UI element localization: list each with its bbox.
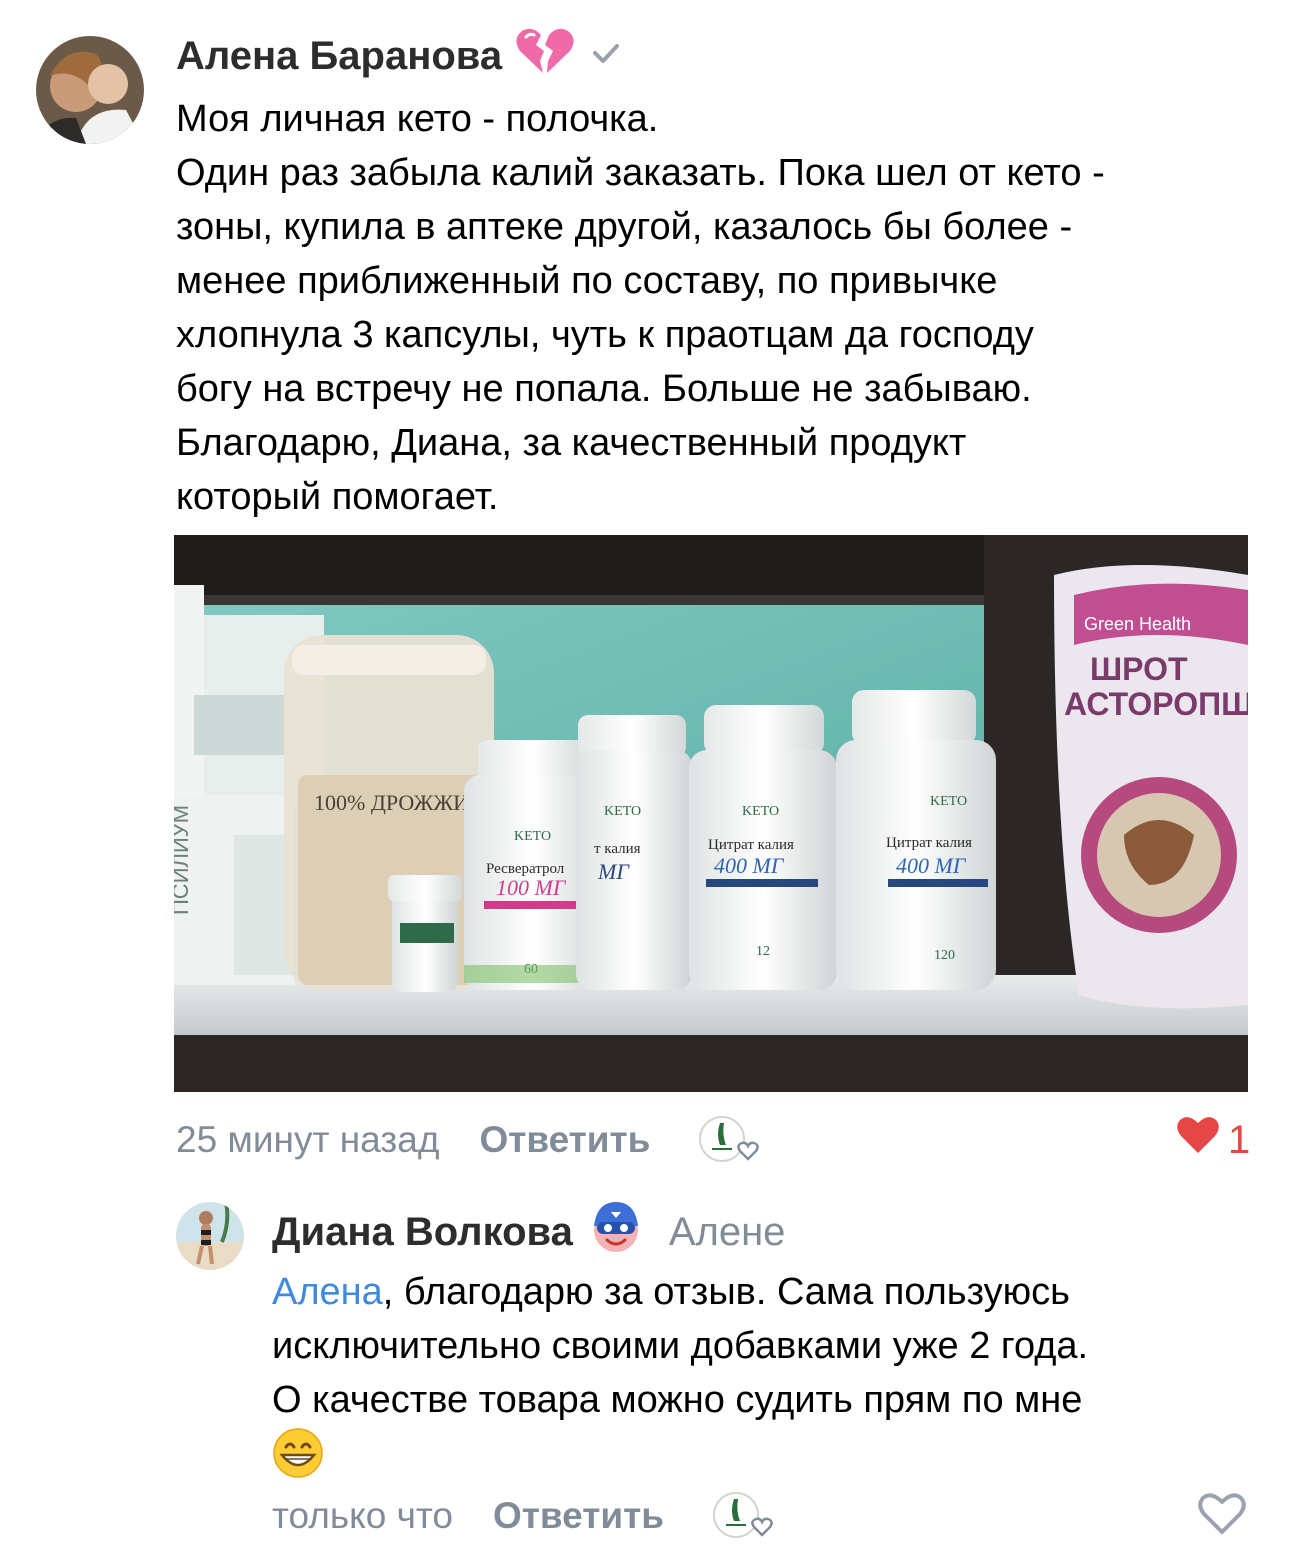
author-row: Алена Баранова — [176, 27, 622, 85]
comment-meta: 25 минут назад Ответить — [176, 1114, 764, 1166]
text-line: О качестве товара можно судить прям по м… — [272, 1379, 1083, 1421]
grinning-face-icon — [272, 1427, 324, 1494]
keto-sticker-reaction-icon[interactable] — [712, 1489, 778, 1543]
jar-name: т калия — [594, 841, 641, 857]
jar-dose: 400 МГ — [896, 853, 967, 878]
text-line: менее приближенный по составу, по привыч… — [176, 260, 998, 302]
jar-count: 12 — [756, 944, 770, 959]
jar-dose: МГ — [597, 859, 630, 884]
jar-dose: 400 МГ — [714, 853, 785, 878]
text-fragment: , благодарю за отзыв. Сама пользуюсь — [382, 1271, 1070, 1313]
avatar-photo — [36, 36, 144, 144]
comment-text: Алена, благодарю за отзыв. Сама пользуюс… — [272, 1265, 1262, 1494]
text-line: Благодарю, Диана, за качественный продук… — [176, 422, 967, 464]
reply-button[interactable]: Ответить — [493, 1495, 664, 1537]
masked-emoji-icon — [591, 1200, 641, 1264]
avatar[interactable] — [176, 1202, 244, 1270]
text-line — [272, 1427, 1262, 1494]
text-line: исключительно своими добавками уже 2 год… — [272, 1325, 1089, 1367]
bag-label: АСТОРОПШ — [1064, 686, 1248, 722]
comment-text: Моя личная кето - полочка. Один раз забы… — [176, 92, 1266, 524]
author-row: Диана Волкова Алене — [272, 1202, 786, 1258]
comment-meta: только что Ответить — [272, 1490, 778, 1542]
text-line: Алена, благодарю за отзыв. Сама пользуюс… — [272, 1265, 1262, 1319]
jar-brand: KETO — [742, 804, 779, 819]
jar-name: Цитрат калия — [886, 835, 972, 851]
author-name[interactable]: Диана Волкова — [272, 1210, 573, 1255]
jar-brand: KETO — [930, 794, 967, 809]
jar-name: Цитрат калия — [708, 837, 794, 853]
author-name[interactable]: Алена Баранова — [176, 34, 502, 79]
jar-count: 120 — [934, 948, 955, 963]
text-line: который помогает. — [176, 476, 499, 518]
text-line: Моя личная кето - полочка. — [176, 98, 659, 140]
timestamp: только что — [272, 1495, 454, 1536]
text-line: зоны, купила в аптеке другой, казалось б… — [176, 206, 1073, 248]
jar-brand: KETO — [604, 804, 641, 819]
avatar-photo — [176, 1202, 244, 1270]
attached-photo[interactable]: ПСИЛИУМ 100% ДРОЖЖИ НАТУРАЛЬНЫЕ KETO Рес… — [174, 535, 1248, 1092]
text-line: Один раз забыла калий заказать. Пока шел… — [176, 152, 1105, 194]
bag-label: ШРОТ — [1090, 651, 1188, 687]
box-label: ПСИЛИУМ — [174, 805, 193, 915]
avatar[interactable] — [36, 36, 144, 144]
reply-addressee[interactable]: Алене — [669, 1210, 786, 1255]
user-mention-link[interactable]: Алена — [272, 1271, 383, 1313]
timestamp: 25 минут назад — [176, 1119, 440, 1160]
like-button[interactable] — [1198, 1492, 1248, 1538]
heart-outline-icon — [1198, 1493, 1246, 1540]
heart-filled-icon — [1176, 1115, 1220, 1165]
broken-heart-icon — [514, 27, 576, 85]
check-icon — [590, 34, 622, 79]
text-line: хлопнула 3 капсулы, чуть к праотцам да г… — [176, 314, 1034, 356]
jar-dose: 100 МГ — [496, 875, 567, 900]
like-button[interactable]: 1 — [1176, 1114, 1250, 1166]
shelf-photo: ПСИЛИУМ 100% ДРОЖЖИ НАТУРАЛЬНЫЕ KETO Рес… — [174, 535, 1248, 1092]
text-line: богу на встречу не попала. Больше не заб… — [176, 368, 1032, 410]
jar-brand: KETO — [514, 829, 551, 844]
like-count: 1 — [1228, 1117, 1251, 1162]
reply-button[interactable]: Ответить — [479, 1119, 650, 1161]
bag-brand: Green Health — [1084, 614, 1191, 634]
keto-sticker-reaction-icon[interactable] — [698, 1113, 764, 1167]
